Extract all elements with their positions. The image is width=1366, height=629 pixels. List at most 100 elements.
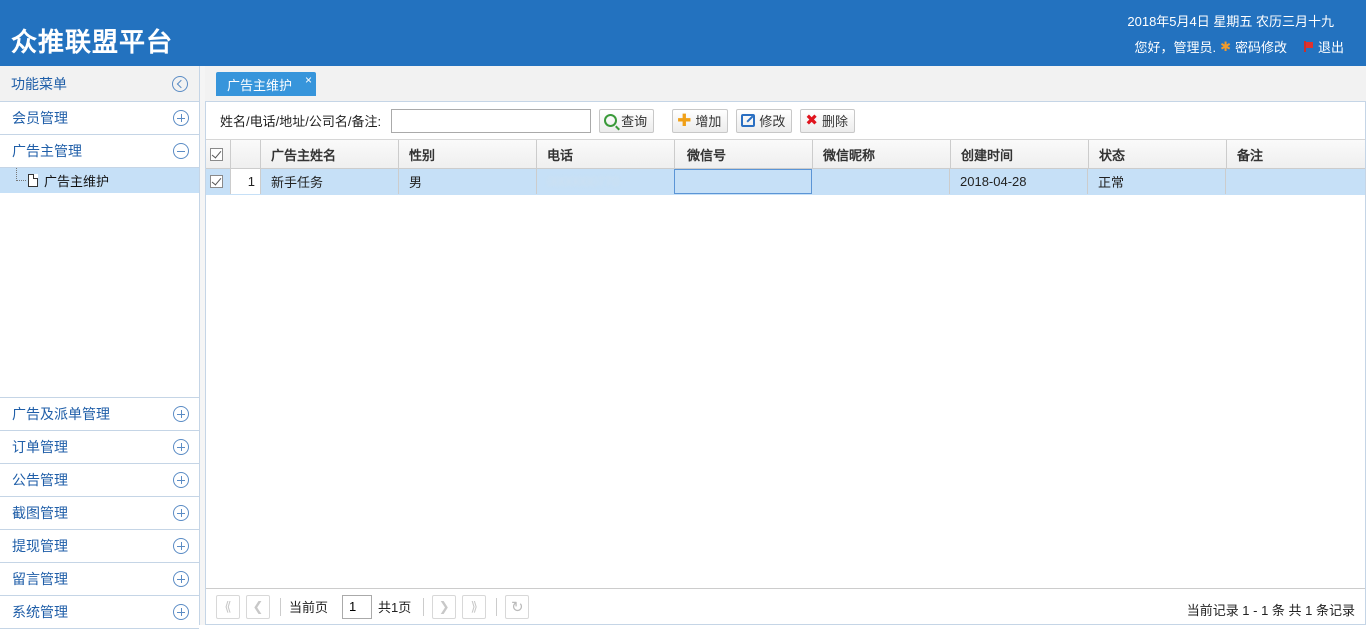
cell-sex: 男 — [399, 169, 537, 194]
row-checkbox[interactable] — [210, 175, 223, 188]
sidebar-title: 功能菜单 — [0, 66, 199, 102]
header-rownum-cell — [231, 140, 261, 168]
sidebar-item-label: 系统管理 — [12, 604, 68, 620]
edit-button[interactable]: 修改 — [736, 108, 793, 133]
column-header[interactable]: 状态 — [1089, 140, 1227, 168]
expand-plus-icon[interactable] — [173, 472, 189, 488]
query-label: 查询 — [621, 114, 648, 129]
sidebar-item-system[interactable]: 系统管理 — [0, 596, 199, 629]
expand-plus-icon[interactable] — [173, 110, 189, 126]
expand-plus-icon[interactable] — [173, 406, 189, 422]
expand-plus-icon[interactable] — [173, 538, 189, 554]
add-button[interactable]: ✚ 增加 — [672, 108, 729, 133]
sidebar-item-withdraw[interactable]: 提现管理 — [0, 530, 199, 563]
tab-bar: 广告主维护 × — [205, 66, 1366, 102]
flag-icon — [1303, 41, 1314, 52]
cell-note — [1226, 169, 1364, 194]
refresh-icon[interactable]: ↻ — [505, 594, 530, 619]
cell-created: 2018-04-28 — [950, 169, 1088, 194]
sidebar-item-ads-dispatch[interactable]: 广告及派单管理 — [0, 398, 199, 431]
row-number: 1 — [231, 169, 261, 194]
search-icon — [604, 114, 618, 127]
sidebar-item-label: 会员管理 — [12, 110, 68, 126]
edit-label: 修改 — [759, 114, 786, 129]
file-icon — [28, 174, 38, 187]
advertiser-submenu: 广告主维护 — [0, 168, 199, 398]
sidebar-item-messages[interactable]: 留言管理 — [0, 563, 199, 596]
collapse-sidebar-icon[interactable] — [172, 75, 188, 92]
cell-status: 正常 — [1088, 169, 1226, 194]
sidebar-subitem-advertiser-maintain[interactable]: 广告主维护 — [0, 168, 199, 193]
sidebar-title-label: 功能菜单 — [11, 75, 67, 92]
expand-plus-icon[interactable] — [173, 439, 189, 455]
query-button[interactable]: 查询 — [599, 108, 655, 133]
search-input[interactable] — [391, 108, 592, 133]
table-row[interactable]: 1 新手任务 男 0000000770 2018-04-28 正常 — [206, 169, 1365, 195]
search-label: 姓名/电话/地址/公司名/备注: — [220, 114, 382, 129]
delete-button[interactable]: ✖ 删除 — [800, 108, 855, 133]
last-page-button[interactable]: ⟫ — [462, 594, 487, 619]
plus-icon: ✚ — [677, 110, 692, 130]
sidebar-item-orders[interactable]: 订单管理 — [0, 431, 199, 464]
header-checkbox-cell[interactable] — [206, 140, 231, 168]
page-number-input[interactable] — [342, 594, 373, 619]
column-header[interactable]: 创建时间 — [951, 140, 1089, 168]
edit-icon — [741, 114, 756, 127]
total-pages-label: 共1页 — [378, 600, 412, 615]
cell-name: 新手任务 — [261, 169, 399, 194]
gear-icon: ✱ — [1220, 38, 1231, 54]
tab-advertiser-maintain[interactable]: 广告主维护 × — [216, 72, 316, 96]
main-panel: 广告主维护 × 姓名/电话/地址/公司名/备注: 查询 ✚ 增加 修改 ✖ 删除 — [205, 66, 1366, 625]
expand-plus-icon[interactable] — [173, 571, 189, 587]
brand-title: 众推联盟平台 — [11, 28, 174, 58]
collapse-minus-icon[interactable] — [173, 143, 189, 159]
sidebar-item-label: 截图管理 — [12, 505, 68, 521]
sidebar-item-notices[interactable]: 公告管理 — [0, 464, 199, 497]
next-page-button[interactable]: ❯ — [432, 594, 457, 619]
prev-page-button[interactable]: ❮ — [246, 594, 270, 619]
select-all-checkbox[interactable] — [210, 147, 223, 161]
delete-label: 删除 — [821, 114, 848, 129]
toolbar: 姓名/电话/地址/公司名/备注: 查询 ✚ 增加 修改 ✖ 删除 — [206, 102, 1365, 140]
column-header[interactable]: 性别 — [399, 140, 537, 168]
sidebar: 功能菜单 会员管理 广告主管理 广告主维护 广告及派单管理 订单管理 公告管理 … — [0, 66, 200, 629]
cell-tel: 0000000770 — [537, 169, 675, 194]
sidebar-item-label: 订单管理 — [12, 439, 68, 455]
advertiser-grid: 广告主姓名 性别 电话 微信号 微信昵称 创建时间 状态 备注 1 新手任务 男… — [206, 140, 1365, 195]
sidebar-item-label: 提现管理 — [12, 538, 68, 554]
expand-plus-icon[interactable] — [173, 505, 189, 521]
logout-link[interactable]: 退出 — [1318, 37, 1344, 56]
sidebar-item-advertiser[interactable]: 广告主管理 — [0, 135, 199, 168]
sidebar-item-member[interactable]: 会员管理 — [0, 102, 199, 135]
row-checkbox-cell[interactable] — [206, 169, 231, 194]
column-header[interactable]: 电话 — [537, 140, 675, 168]
sidebar-item-label: 留言管理 — [12, 571, 68, 587]
pager-divider — [496, 597, 498, 616]
add-label: 增加 — [695, 114, 722, 129]
sidebar-item-label: 公告管理 — [12, 472, 68, 488]
sidebar-item-label: 广告及派单管理 — [12, 406, 110, 422]
pager-divider — [280, 597, 281, 616]
delete-x-icon: ✖ — [805, 111, 818, 129]
sidebar-item-screenshots[interactable]: 截图管理 — [0, 497, 199, 530]
tab-label: 广告主维护 — [227, 77, 293, 93]
column-header[interactable]: 微信号 — [675, 140, 813, 168]
pager-divider — [423, 597, 425, 616]
column-header[interactable]: 微信昵称 — [813, 140, 951, 168]
tree-line — [16, 168, 26, 181]
record-info: 当前记录 1 - 1 条 共 1 条记录 — [1186, 603, 1355, 618]
change-password-link[interactable]: 密码修改 — [1235, 37, 1287, 56]
grid-header: 广告主姓名 性别 电话 微信号 微信昵称 创建时间 状态 备注 — [206, 140, 1365, 169]
first-page-button[interactable]: ⟪ — [216, 594, 240, 619]
header-date: 2018年5月4日 星期五 农历三月十九 — [1127, 14, 1334, 29]
expand-plus-icon[interactable] — [173, 604, 189, 620]
column-header[interactable]: 备注 — [1227, 140, 1365, 168]
column-header[interactable]: 广告主姓名 — [261, 140, 399, 168]
content-area: 姓名/电话/地址/公司名/备注: 查询 ✚ 增加 修改 ✖ 删除 广告主姓名 性… — [205, 102, 1366, 625]
phone-value: 0000000770 — [547, 174, 620, 189]
current-page-label: 当前页 — [289, 600, 329, 615]
cell-wechat-editing[interactable] — [674, 169, 812, 194]
close-tab-icon[interactable]: × — [305, 74, 312, 86]
greeting: 您好，管理员. — [1134, 40, 1217, 55]
header-user-bar: 您好，管理员. ✱ 密码修改 退出 — [1134, 37, 1344, 56]
